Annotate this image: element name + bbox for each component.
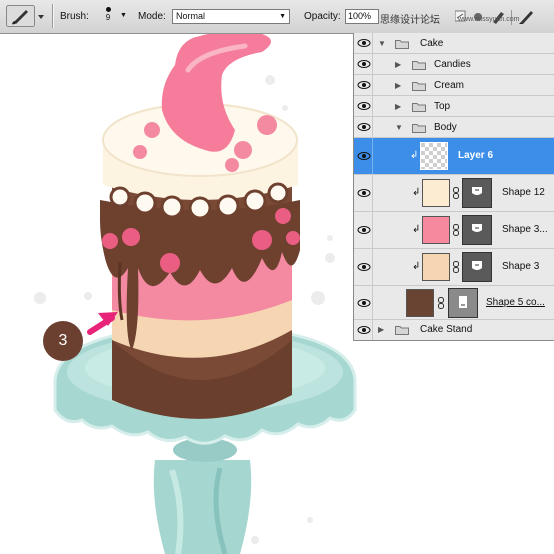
chevron-right-icon[interactable]: ▶ (395, 60, 401, 69)
layer-name: Layer 6 (458, 150, 494, 161)
opacity-field[interactable]: 100% (345, 9, 379, 24)
visibility-toggle[interactable] (356, 96, 373, 116)
layer-name: Cake (420, 38, 444, 49)
eye-icon (357, 152, 371, 160)
folder-icon (412, 124, 426, 133)
vector-mask-thumbnail (462, 252, 492, 282)
visibility-toggle[interactable] (356, 54, 373, 74)
transparent-layer-thumbnail (420, 142, 448, 170)
mask-shape-icon (472, 261, 482, 270)
link-icon (453, 261, 459, 273)
link-icon (453, 187, 459, 199)
link-icon (453, 224, 459, 236)
clipping-mask-icon: ↲ (410, 150, 419, 161)
eye-icon (357, 60, 371, 68)
brush-dropdown-arrow-icon[interactable]: ▼ (120, 12, 127, 19)
folder-icon (395, 326, 409, 335)
eye-icon (357, 263, 371, 271)
clipping-mask-icon: ↲ (412, 224, 421, 235)
shape-color-thumbnail (422, 216, 450, 244)
layer-name: Shape 3... (502, 224, 548, 235)
chevron-down-icon[interactable]: ▼ (395, 123, 403, 132)
mask-shape-icon (459, 296, 467, 308)
layer-group-cake-stand[interactable]: ▶ Cake Stand (354, 320, 554, 340)
folder-icon (412, 82, 426, 91)
eye-icon (357, 298, 371, 307)
layer-row-shape-3[interactable]: ↲ Shape 3 (354, 249, 554, 286)
visibility-toggle[interactable] (356, 175, 373, 211)
shape-color-thumbnail (406, 289, 434, 317)
layer-row-layer-6[interactable]: ↲ Layer 6 (354, 138, 554, 175)
chevron-down-icon: ▼ (279, 13, 286, 20)
visibility-toggle[interactable] (356, 320, 373, 340)
clipping-mask-icon: ↲ (412, 187, 421, 198)
layer-name: Shape 12 (502, 187, 545, 198)
layer-group-top[interactable]: ▶ Top (354, 96, 554, 117)
layer-name: Cream (434, 80, 465, 91)
visibility-toggle[interactable] (356, 75, 373, 95)
opacity-label: Opacity: (304, 11, 341, 22)
link-icon (438, 297, 444, 309)
corner-watermark: www.missyuan.com (458, 16, 520, 23)
site-watermark: 思缘设计论坛 (380, 15, 440, 26)
cake-illustration (100, 34, 300, 419)
mode-value: Normal (176, 11, 206, 21)
layer-row-shape-3-copy[interactable]: ↲ Shape 3... (354, 212, 554, 249)
eye-icon (357, 189, 371, 197)
layer-group-cream[interactable]: ▶ Cream (354, 75, 554, 96)
vector-mask-thumbnail (462, 178, 492, 208)
chevron-down-icon[interactable]: ▼ (378, 39, 386, 48)
mask-shape-icon (472, 187, 482, 195)
layer-group-body[interactable]: ▼ Body (354, 117, 554, 138)
layer-name: Candies (434, 59, 471, 70)
brush-size-picker[interactable]: 9 (96, 5, 120, 29)
step-badge: 3 (43, 321, 83, 361)
folder-icon (395, 40, 409, 49)
visibility-toggle[interactable] (356, 212, 373, 248)
eye-icon (357, 326, 371, 334)
layer-row-shape-12[interactable]: ↲ Shape 12 (354, 175, 554, 212)
layer-name: Shape 5 co... (486, 297, 545, 308)
eye-icon (357, 102, 371, 110)
visibility-toggle[interactable] (356, 249, 373, 285)
eye-icon (357, 39, 371, 47)
shape-color-thumbnail (422, 253, 450, 281)
chevron-right-icon[interactable]: ▶ (395, 81, 401, 90)
shape-color-thumbnail (422, 179, 450, 207)
brush-label: Brush: (60, 11, 89, 22)
brush-icon (6, 5, 44, 27)
folder-icon (412, 103, 426, 112)
eye-icon (357, 81, 371, 89)
vector-mask-thumbnail (462, 215, 492, 245)
chevron-right-icon[interactable]: ▶ (395, 102, 401, 111)
brush-size-value: 9 (105, 13, 111, 22)
layer-name: Body (434, 122, 457, 133)
vector-mask-thumbnail (448, 288, 478, 318)
layer-group-candies[interactable]: ▶ Candies (354, 54, 554, 75)
chevron-right-icon[interactable]: ▶ (378, 325, 384, 334)
visibility-toggle[interactable] (356, 138, 373, 174)
mask-shape-icon (472, 224, 482, 232)
folder-icon (412, 61, 426, 70)
visibility-toggle[interactable] (356, 117, 373, 137)
layer-group-cake[interactable]: ▼ Cake (354, 33, 554, 54)
layer-name: Top (434, 101, 451, 112)
mode-select[interactable]: Normal ▼ (172, 9, 290, 24)
brush-tool-preset-button[interactable] (6, 5, 46, 27)
layer-name: Cake Stand (420, 324, 473, 335)
opacity-value: 100% (348, 11, 372, 21)
mode-label: Mode: (138, 11, 166, 22)
layer-name: Shape 3 (502, 261, 540, 272)
layers-panel: ▼ Cake ▶ Candies ▶ Cream ▶ Top ▼ Body ↲ (353, 33, 554, 341)
clipping-mask-icon: ↲ (412, 261, 421, 272)
eye-icon (357, 123, 371, 131)
separator (52, 4, 53, 28)
layer-row-shape-5-copy[interactable]: Shape 5 co... (354, 286, 554, 320)
visibility-toggle[interactable] (356, 286, 373, 319)
eye-icon (357, 226, 371, 234)
visibility-toggle[interactable] (356, 33, 373, 53)
